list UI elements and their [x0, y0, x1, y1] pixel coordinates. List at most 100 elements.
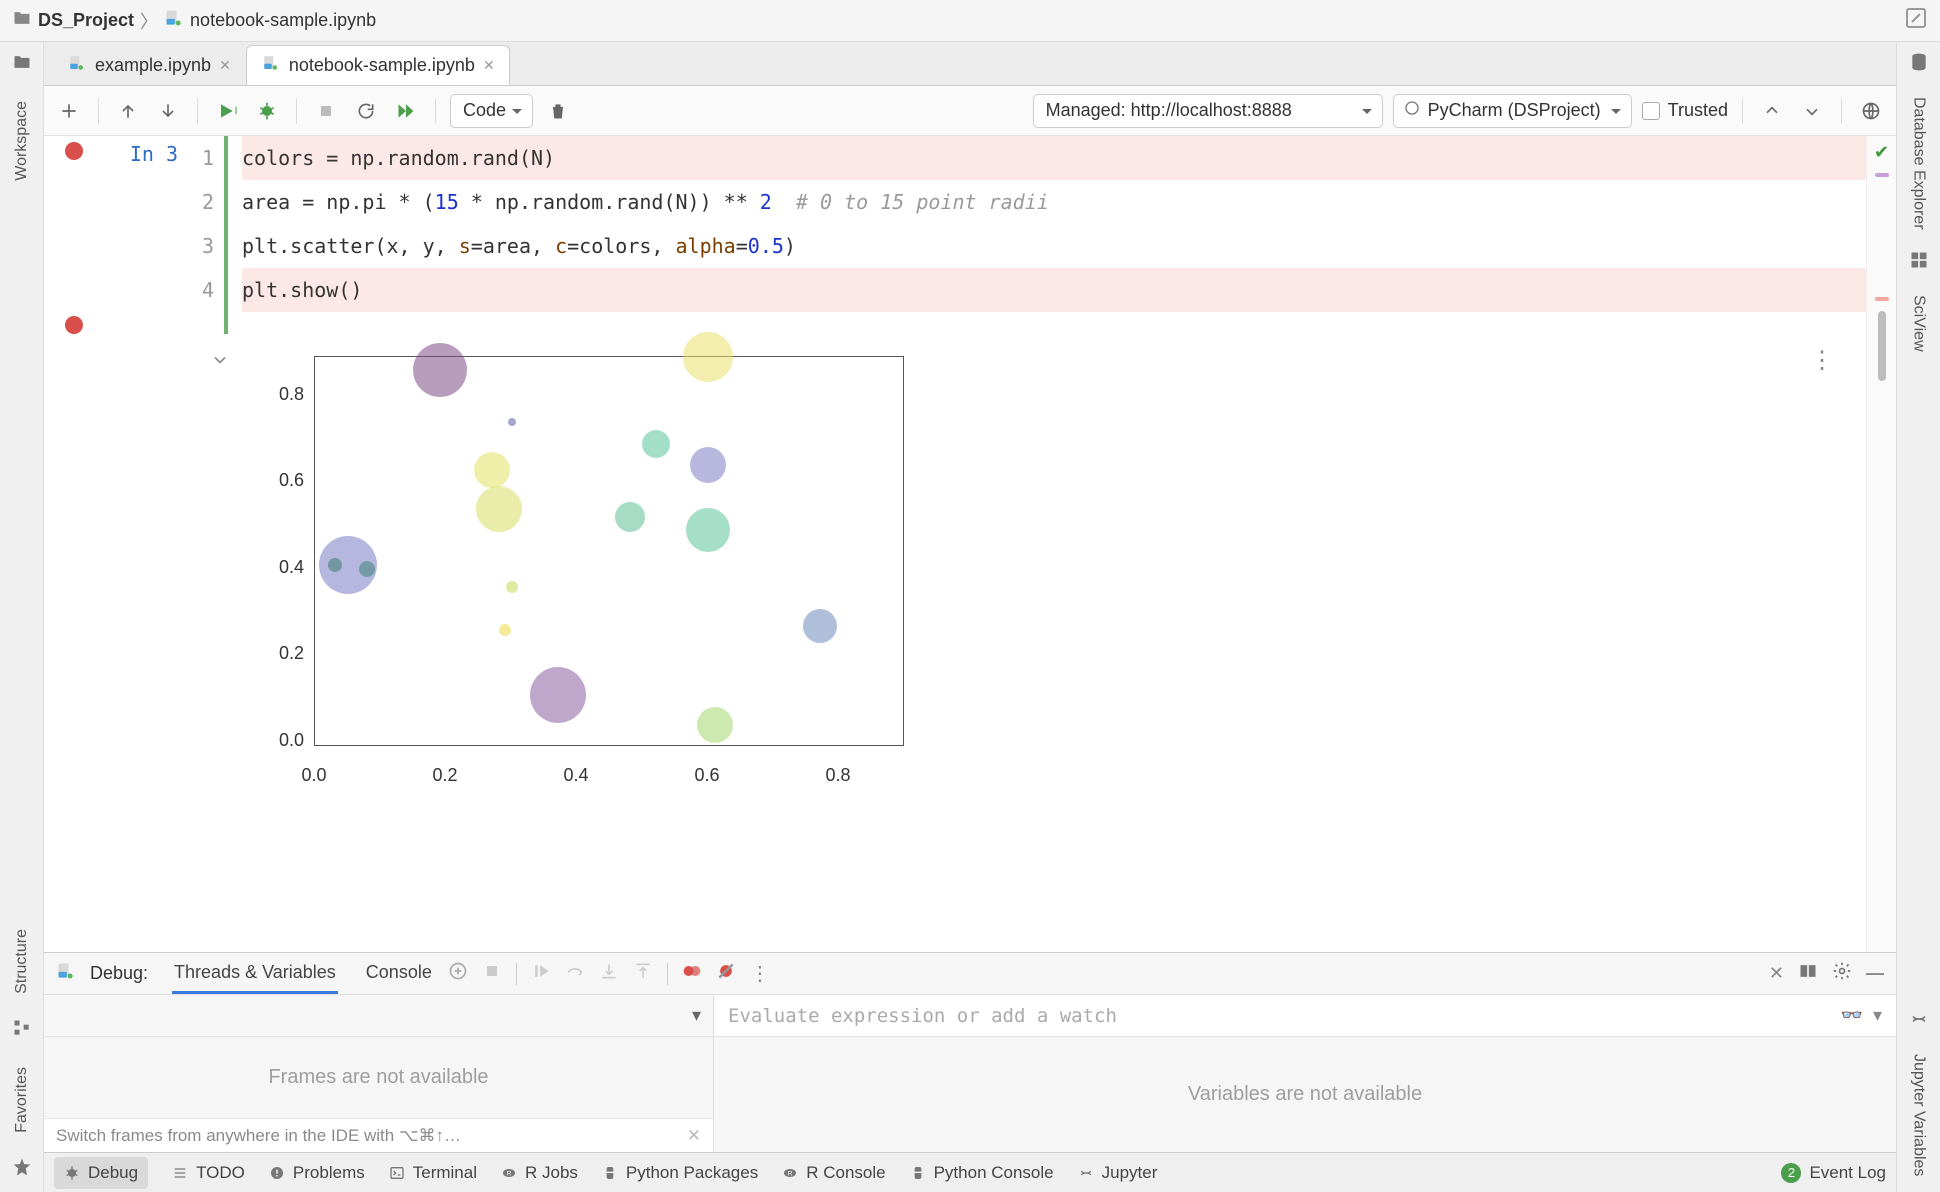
notebook-file-icon — [164, 8, 184, 33]
settings-gear-icon[interactable] — [1832, 961, 1852, 986]
close-icon[interactable]: ✕ — [219, 57, 231, 74]
marker[interactable] — [1875, 173, 1889, 177]
structure-tool[interactable]: Structure — [13, 921, 31, 1002]
cell-type-label: Code — [463, 100, 506, 121]
status-debug[interactable]: Debug — [54, 1157, 148, 1189]
jupyter-variables-tool[interactable]: Jupyter Variables — [1910, 1048, 1928, 1182]
output-more-icon[interactable]: ⋮ — [1810, 346, 1836, 786]
move-cell-up-button[interactable] — [113, 96, 143, 126]
step-over-disabled-icon — [565, 961, 585, 986]
breadcrumb-project[interactable]: DS_Project — [12, 8, 134, 33]
scatter-point — [474, 452, 510, 488]
frames-thread-select[interactable]: ▾ — [44, 995, 713, 1037]
debug-tab-threads[interactable]: Threads & Variables — [172, 954, 338, 994]
svg-text:R: R — [788, 1170, 793, 1177]
code-editor[interactable]: colors = np.random.rand(N) area = np.pi … — [224, 136, 1866, 334]
close-icon[interactable]: ✕ — [483, 57, 495, 74]
glasses-icon[interactable]: 👓 — [1841, 1005, 1863, 1026]
scatter-point — [476, 486, 522, 532]
notebook-file-icon — [56, 961, 76, 986]
ide-tip: Switch frames from anywhere in the IDE w… — [44, 1118, 713, 1152]
add-cell-button[interactable] — [54, 96, 84, 126]
cell-type-select[interactable]: Code — [450, 94, 533, 128]
tab-example[interactable]: example.ipynb ✕ — [52, 45, 246, 85]
database-icon[interactable] — [1909, 52, 1929, 77]
sciview-tool[interactable]: SciView — [1910, 289, 1928, 358]
move-cell-down-button[interactable] — [153, 96, 183, 126]
status-python-packages[interactable]: Python Packages — [602, 1163, 758, 1183]
tab-notebook-sample[interactable]: notebook-sample.ipynb ✕ — [246, 45, 510, 85]
y-tick: 0.8 — [264, 384, 304, 405]
scratch-edit-icon[interactable] — [1904, 6, 1928, 35]
status-bar: Debug TODO Problems Terminal R R Jobs Py… — [44, 1152, 1896, 1192]
interpreter-status-icon — [1404, 100, 1420, 121]
breakpoint-icon[interactable] — [65, 142, 83, 160]
scatter-point — [615, 502, 645, 532]
open-in-browser-button[interactable] — [1856, 96, 1886, 126]
left-tool-gutter: Workspace Structure Favorites — [0, 42, 44, 1192]
debug-tab-console[interactable]: Console — [364, 954, 434, 994]
close-tip-icon[interactable]: ✕ — [687, 1126, 701, 1146]
star-icon[interactable] — [12, 1157, 32, 1182]
trusted-checkbox[interactable]: Trusted — [1642, 100, 1728, 121]
workspace-tool[interactable]: Workspace — [13, 93, 31, 189]
restart-kernel-button[interactable] — [351, 96, 381, 126]
scatter-point — [499, 624, 511, 636]
scrollbar-thumb[interactable] — [1878, 311, 1886, 381]
inspection-ok-icon[interactable]: ✔ — [1874, 142, 1889, 163]
scatter-point — [683, 332, 733, 382]
status-problems[interactable]: Problems — [269, 1163, 365, 1183]
line-number-gutter: 1 2 3 4 — [184, 136, 224, 334]
next-cell-button[interactable] — [1797, 96, 1827, 126]
status-r-console[interactable]: R R Console — [782, 1163, 885, 1183]
view-breakpoints-icon[interactable] — [682, 961, 702, 986]
minimize-icon[interactable]: — — [1866, 963, 1884, 984]
interpreter-select[interactable]: PyCharm (DSProject) — [1393, 94, 1632, 128]
add-watch-icon[interactable] — [448, 961, 468, 986]
jupyter-server-select[interactable]: Managed: http://localhost:8888 — [1033, 94, 1383, 128]
scatter-point — [686, 508, 730, 552]
notebook-editor[interactable]: In 3 1 2 3 4 colors = np.random.rand(N) … — [44, 136, 1866, 952]
prev-cell-button[interactable] — [1757, 96, 1787, 126]
folder-icon — [12, 8, 32, 33]
close-debug-icon[interactable]: ✕ — [1769, 963, 1784, 984]
mute-breakpoints-icon[interactable] — [716, 961, 736, 986]
marker[interactable] — [1875, 297, 1889, 301]
status-todo[interactable]: TODO — [172, 1163, 245, 1183]
expand-input-icon[interactable]: ▾ — [1873, 1005, 1882, 1026]
scatter-point — [642, 430, 670, 458]
debug-cell-button[interactable] — [252, 96, 282, 126]
x-tick: 0.2 — [432, 765, 457, 786]
database-explorer-tool[interactable]: Database Explorer — [1910, 91, 1928, 236]
favorites-tool[interactable]: Favorites — [13, 1059, 31, 1141]
interpreter-label: PyCharm (DSProject) — [1428, 100, 1601, 121]
run-all-button[interactable] — [391, 96, 421, 126]
delete-cell-button[interactable] — [543, 96, 573, 126]
status-event-log[interactable]: 2 Event Log — [1781, 1163, 1886, 1183]
breadcrumb-file[interactable]: notebook-sample.ipynb — [164, 8, 376, 33]
svg-text:R: R — [507, 1170, 512, 1177]
x-tick: 0.6 — [694, 765, 719, 786]
scatter-point — [413, 343, 467, 397]
status-python-console[interactable]: Python Console — [910, 1163, 1054, 1183]
stop-disabled-icon — [482, 961, 502, 986]
breadcrumb-project-label: DS_Project — [38, 10, 134, 31]
notebook-toolbar: I Code Managed: http://localhost:8888 Py… — [44, 86, 1896, 136]
status-rjobs[interactable]: R R Jobs — [501, 1163, 578, 1183]
interrupt-button[interactable] — [311, 96, 341, 126]
jupyter-variables-icon[interactable] — [1909, 1009, 1929, 1034]
status-jupyter[interactable]: Jupyter — [1078, 1163, 1158, 1183]
project-folder-icon[interactable] — [12, 52, 32, 77]
layout-icon[interactable] — [1798, 961, 1818, 986]
collapse-output-icon[interactable] — [210, 350, 230, 786]
evaluate-expression-input[interactable] — [728, 1005, 1831, 1027]
breakpoint-icon[interactable] — [65, 316, 83, 334]
more-icon[interactable]: ⋮ — [750, 961, 772, 986]
run-cell-button[interactable]: I — [212, 96, 242, 126]
structure-icon[interactable] — [12, 1018, 32, 1043]
cell-prompt: In 3 — [104, 136, 184, 334]
y-tick: 0.4 — [264, 557, 304, 578]
sciview-icon[interactable] — [1909, 250, 1929, 275]
status-terminal[interactable]: Terminal — [389, 1163, 477, 1183]
notebook-file-icon — [67, 54, 87, 77]
